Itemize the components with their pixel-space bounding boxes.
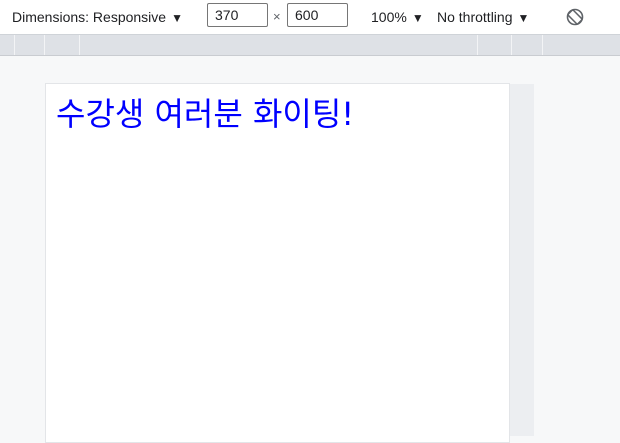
width-input[interactable] bbox=[207, 3, 268, 27]
ruler-segment[interactable] bbox=[14, 35, 45, 55]
zoom-caret-icon: ▼ bbox=[411, 11, 424, 25]
ruler-segment[interactable] bbox=[477, 35, 512, 55]
throttling-caret-icon: ▼ bbox=[517, 11, 530, 25]
rotate-icon[interactable] bbox=[565, 7, 585, 27]
ruler-segment[interactable] bbox=[44, 35, 80, 55]
ruler-segment[interactable] bbox=[79, 35, 478, 55]
throttling-dropdown[interactable]: No throttling ▼ bbox=[437, 0, 529, 34]
zoom-dropdown[interactable]: 100% ▼ bbox=[371, 0, 424, 34]
device-toolbar: Dimensions: Responsive ▼ × 100% ▼ No throt… bbox=[0, 0, 620, 35]
height-input[interactable] bbox=[287, 3, 348, 27]
emulated-viewport: 수강생 여러분 화이팅! bbox=[45, 83, 510, 443]
ruler-segment[interactable] bbox=[542, 35, 620, 55]
resize-handle[interactable] bbox=[510, 84, 534, 436]
page-heading: 수강생 여러분 화이팅! bbox=[56, 95, 355, 133]
dimensions-caret-icon: ▼ bbox=[171, 11, 183, 25]
media-query-ruler[interactable] bbox=[0, 35, 620, 56]
dimensions-label: Dimensions: Responsive bbox=[12, 9, 167, 25]
ruler-segment[interactable] bbox=[511, 35, 543, 55]
zoom-label: 100% bbox=[371, 9, 407, 25]
times-icon: × bbox=[273, 9, 281, 24]
dimensions-dropdown[interactable]: Dimensions: Responsive ▼ bbox=[12, 0, 183, 34]
throttling-label: No throttling bbox=[437, 9, 513, 25]
